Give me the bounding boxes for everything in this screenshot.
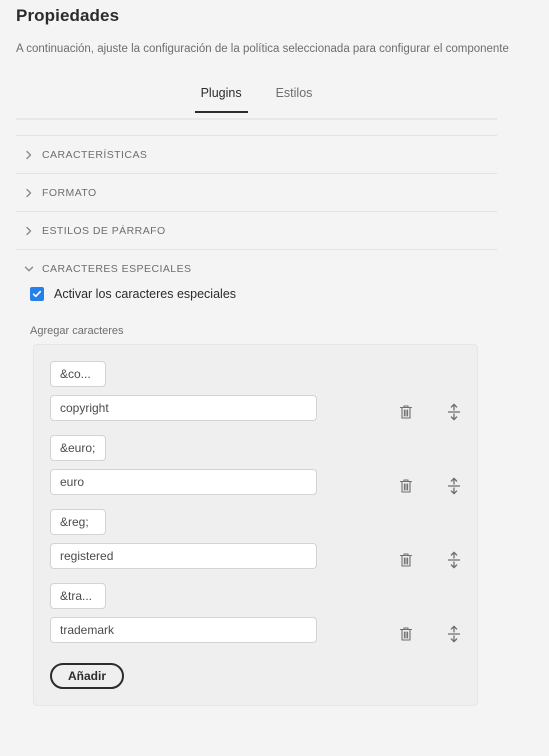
move-vertical-icon[interactable] [445, 624, 463, 644]
enable-special-chars-checkbox[interactable] [30, 287, 44, 301]
chevron-down-icon [16, 264, 42, 274]
tab-plugins-label: Plugins [200, 86, 242, 100]
entity-input-3[interactable]: &tra... [50, 583, 106, 609]
properties-panel: Propiedades A continuación, ajuste la co… [0, 0, 549, 756]
trash-icon[interactable] [397, 550, 415, 570]
tab-bar: Plugins Estilos [16, 82, 497, 120]
move-vertical-icon[interactable] [445, 550, 463, 570]
accordion-item-formato[interactable]: FORMATO [16, 173, 497, 211]
special-char-row: &reg; registered [34, 509, 477, 569]
special-char-row: &euro; euro [34, 435, 477, 495]
tab-plugins[interactable]: Plugins [194, 82, 248, 113]
tab-estilos-label: Estilos [275, 86, 313, 100]
accordion: CARACTERÍSTICAS FORMATO ESTILOS DE PÁRRA… [16, 135, 497, 287]
name-input-0[interactable]: copyright [50, 395, 317, 421]
accordion-item-caracteres-especiales-label: CARACTERES ESPECIALES [42, 262, 192, 275]
page-description: A continuación, ajuste la configuración … [16, 43, 509, 55]
enable-special-chars-label: Activar los caracteres especiales [54, 287, 237, 301]
enable-special-chars-row[interactable]: Activar los caracteres especiales [30, 287, 497, 301]
accordion-item-estilos-de-parrafo-label: ESTILOS DE PÁRRAFO [42, 224, 166, 237]
trash-icon[interactable] [397, 402, 415, 422]
special-char-row: &co... copyright [34, 361, 477, 421]
tab-estilos[interactable]: Estilos [270, 82, 319, 100]
accordion-item-caracteristicas[interactable]: CARACTERÍSTICAS [16, 135, 497, 173]
name-input-3[interactable]: trademark [50, 617, 317, 643]
entity-input-1[interactable]: &euro; [50, 435, 106, 461]
name-input-2[interactable]: registered [50, 543, 317, 569]
special-char-row: &tra... trademark [34, 583, 477, 643]
trash-icon[interactable] [397, 476, 415, 496]
entity-input-0[interactable]: &co... [50, 361, 106, 387]
entity-input-2[interactable]: &reg; [50, 509, 106, 535]
trash-icon[interactable] [397, 624, 415, 644]
add-characters-label: Agregar caracteres [30, 325, 124, 337]
move-vertical-icon[interactable] [445, 476, 463, 496]
add-character-button[interactable]: Añadir [50, 663, 125, 689]
move-vertical-icon[interactable] [445, 402, 463, 422]
accordion-item-estilos-de-parrafo[interactable]: ESTILOS DE PÁRRAFO [16, 211, 497, 249]
chevron-right-icon [16, 226, 42, 236]
accordion-item-formato-label: FORMATO [42, 186, 97, 199]
chevron-right-icon [16, 188, 42, 198]
special-chars-items-panel: &co... copyright &euro; euro &reg; regis… [33, 344, 478, 706]
page-title: Propiedades [16, 6, 120, 25]
accordion-item-caracteres-especiales[interactable]: CARACTERES ESPECIALES [16, 249, 497, 287]
chevron-right-icon [16, 150, 42, 160]
accordion-item-caracteristicas-label: CARACTERÍSTICAS [42, 148, 148, 161]
caracteres-especiales-body: Activar los caracteres especiales Agrega… [16, 287, 497, 706]
name-input-1[interactable]: euro [50, 469, 317, 495]
